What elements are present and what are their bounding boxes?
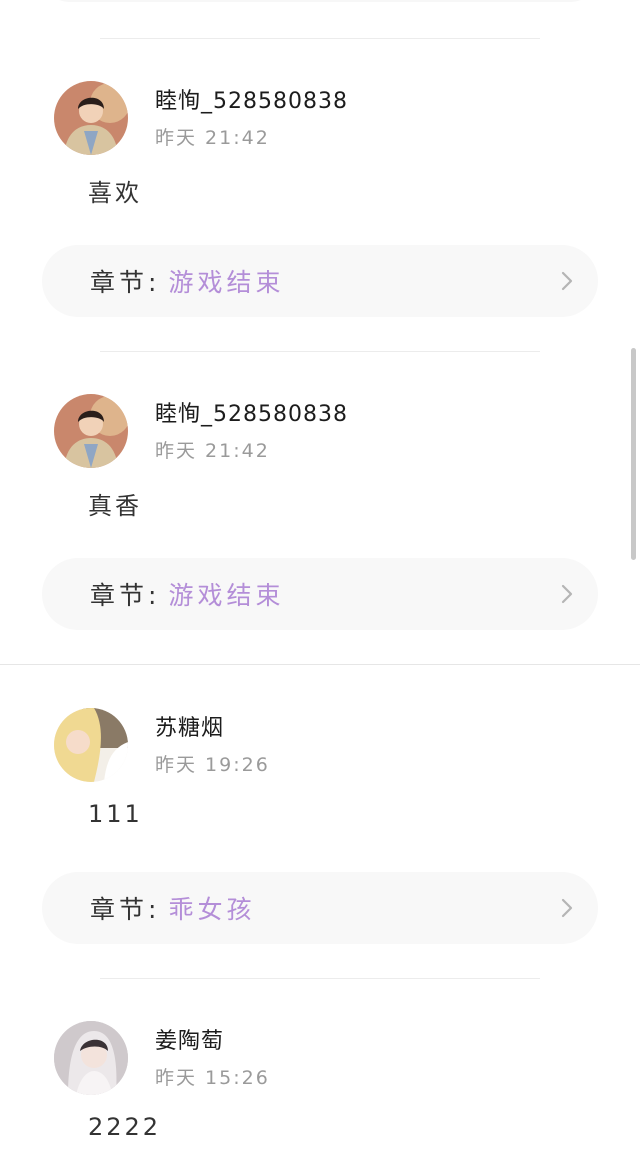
comment-text: 2222 [88, 1113, 162, 1141]
section-divider [0, 664, 640, 665]
scrollbar-thumb[interactable] [631, 348, 636, 560]
chevron-right-icon [554, 581, 580, 607]
chapter-name-link[interactable]: 乖女孩 [168, 890, 255, 926]
chapter-link-card[interactable]: 章节: 乖女孩 [42, 872, 598, 944]
chapter-link-card[interactable]: 章节: 游戏结束 [42, 558, 598, 630]
chapter-prefix-label: 章节: [90, 268, 161, 297]
chevron-right-icon [554, 895, 580, 921]
user-avatar[interactable] [54, 81, 128, 155]
comment-username[interactable]: 姜陶萄 [155, 1023, 224, 1055]
comment-text: 111 [88, 800, 143, 828]
comment-username[interactable]: 睦恂_528580838 [155, 396, 348, 428]
previous-chapter-card-remnant[interactable] [40, 0, 600, 2]
user-avatar[interactable] [54, 708, 128, 782]
user-avatar[interactable] [54, 394, 128, 468]
chapter-name-link[interactable]: 游戏结束 [168, 263, 284, 299]
comment-divider [100, 978, 540, 979]
comment-time: 昨天 19:26 [155, 754, 270, 776]
comment-time: 昨天 21:42 [155, 440, 270, 462]
user-photo-avatar-icon [54, 394, 128, 468]
comment-text: 喜欢 [88, 179, 142, 207]
chapter-link-card[interactable]: 章节: 游戏结束 [42, 245, 598, 317]
comment-time: 昨天 15:26 [155, 1067, 270, 1089]
comment-time: 昨天 21:42 [155, 127, 270, 149]
user-photo-avatar-icon [54, 81, 128, 155]
comment-list-screen: 睦恂_528580838 昨天 21:42 喜欢 章节: 游戏结束 睦恂_528… [0, 0, 640, 1154]
user-photo-avatar-icon [54, 708, 128, 782]
chapter-prefix-label: 章节: [90, 581, 161, 610]
comment-text: 真香 [88, 492, 142, 520]
comment-divider [100, 38, 540, 39]
comment-divider [100, 351, 540, 352]
chapter-prefix-label: 章节: [90, 895, 161, 924]
chapter-name-link[interactable]: 游戏结束 [168, 576, 284, 612]
chevron-right-icon [554, 268, 580, 294]
user-photo-avatar-icon [54, 1021, 128, 1095]
user-avatar[interactable] [54, 1021, 128, 1095]
comment-username[interactable]: 睦恂_528580838 [155, 83, 348, 115]
comment-username[interactable]: 苏糖烟 [155, 710, 224, 742]
